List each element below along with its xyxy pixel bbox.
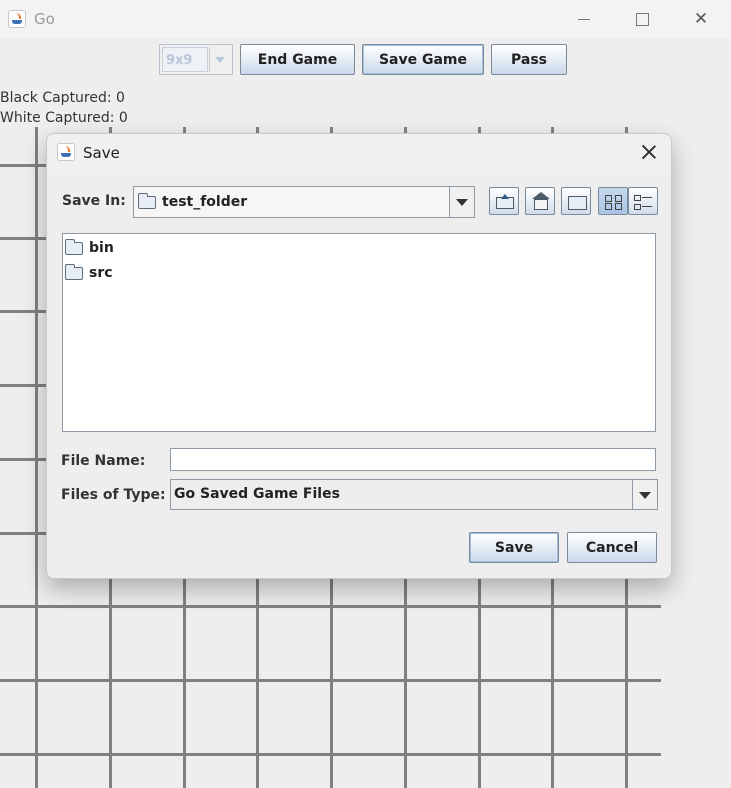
board-size-value: 9x9 [162, 47, 208, 72]
file-name: src [89, 265, 113, 281]
file-name-field[interactable] [170, 448, 656, 471]
save-in-label-text: Save In: [62, 193, 126, 209]
cancel-button[interactable]: Cancel [567, 532, 657, 563]
files-of-type-value: Go Saved Game Files [174, 486, 340, 502]
list-item[interactable]: src [63, 262, 263, 284]
save-in-label: Save In: [62, 193, 126, 209]
chevron-down-icon[interactable] [209, 47, 230, 72]
java-icon [57, 143, 75, 161]
file-name-label: File Name: [61, 453, 146, 469]
file-name: bin [89, 240, 114, 256]
minimize-icon[interactable] [572, 8, 596, 30]
window-titlebar: Go ✕ [0, 0, 731, 38]
black-captured-label: Black Captured: 0 [0, 90, 125, 106]
chevron-down-icon[interactable] [632, 480, 657, 509]
end-game-button[interactable]: End Game [240, 44, 355, 75]
files-of-type-label: Files of Type: [61, 487, 166, 503]
close-window-icon[interactable]: ✕ [689, 8, 713, 30]
chevron-down-icon[interactable] [449, 187, 474, 217]
java-icon [8, 10, 26, 28]
save-button[interactable]: Save [469, 532, 559, 563]
up-one-level-icon[interactable] [489, 187, 519, 215]
save-dialog: Save Save In: test_folder bin src File N… [46, 133, 672, 579]
new-folder-icon[interactable] [561, 187, 591, 215]
board-line [35, 127, 38, 788]
details-view-icon[interactable] [628, 187, 658, 215]
board-size-select[interactable]: 9x9 [159, 44, 233, 75]
save-in-value: test_folder [162, 194, 248, 210]
list-view-icon[interactable] [598, 187, 628, 215]
save-in-select[interactable]: test_folder [133, 186, 475, 218]
dialog-titlebar: Save [47, 134, 671, 171]
home-icon[interactable] [525, 187, 555, 215]
save-game-button[interactable]: Save Game [362, 44, 484, 75]
files-of-type-select[interactable]: Go Saved Game Files [170, 479, 658, 510]
close-icon[interactable] [638, 141, 660, 163]
folder-icon [65, 264, 83, 280]
pass-button[interactable]: Pass [491, 44, 567, 75]
folder-icon [138, 193, 156, 209]
file-list[interactable]: bin src [62, 233, 656, 432]
white-captured-label: White Captured: 0 [0, 110, 128, 126]
list-item[interactable]: bin [63, 237, 263, 259]
maximize-icon[interactable] [630, 8, 654, 30]
window-title: Go [34, 10, 55, 28]
dialog-title: Save [83, 144, 120, 162]
folder-icon [65, 239, 83, 255]
